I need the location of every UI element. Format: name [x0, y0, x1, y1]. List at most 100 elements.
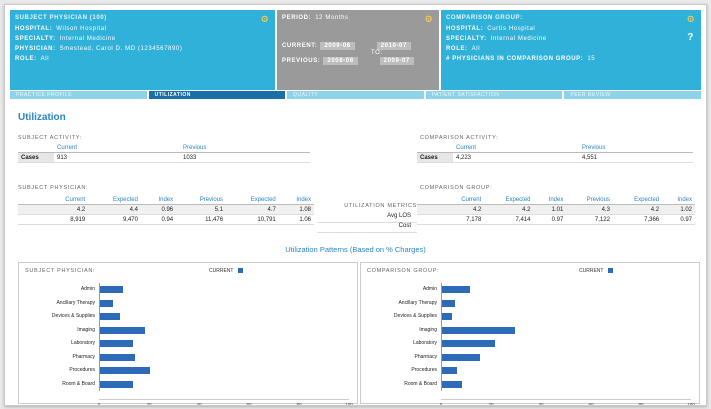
- tab-peer-review[interactable]: PEER REVIEW: [564, 91, 701, 99]
- x-tick-label: 20: [488, 402, 494, 406]
- subject-activity-label: SUBJECT ACTIVITY:: [18, 135, 83, 141]
- category-label: Devices & Supplies: [393, 313, 437, 319]
- category-label: Admin: [80, 286, 95, 292]
- category-label: Imaging: [77, 326, 95, 333]
- tab-patient-satisfaction[interactable]: PATIENT SATISFACTION: [425, 91, 563, 99]
- tab-practice-profile[interactable]: PRACTICE PROFILE: [10, 91, 147, 99]
- bar: [442, 380, 462, 388]
- comparison-cases-previous: 4,551: [579, 152, 693, 163]
- utilization-patterns-title: Utilization Patterns (Based on % Charges…: [285, 245, 426, 254]
- legend-label: CURRENT: [209, 268, 234, 274]
- x-tick-label: 100: [687, 402, 695, 406]
- legend-label: CURRENT: [579, 268, 604, 274]
- bar: [100, 353, 135, 361]
- table-row: 4.2 4.2 1.01 4.3 4.2 1.02: [417, 204, 695, 215]
- category-label: Room & Board: [62, 380, 95, 387]
- subject-cases-previous: 1033: [180, 152, 310, 163]
- current-period-row: CURRENT: 2009-08 2010-07: [282, 42, 411, 50]
- bar: [100, 286, 123, 293]
- help-icon[interactable]: ?: [687, 32, 694, 43]
- report-header: SUBJECT PHYSICIAN (100) Hospital: Wilson …: [10, 10, 701, 90]
- comparison-group-table: Current Expected Index Previous Expected…: [417, 195, 695, 225]
- subject-physician-label: SUBJECT PHYSICIAN:: [18, 185, 89, 191]
- comparison-group-chart: COMPARISON GROUP: CURRENT Admin Ancillary…: [360, 262, 700, 406]
- comparison-group-panel: COMPARISON GROUP: Hospital: Curtis Hospit…: [441, 10, 701, 90]
- category-label: Procedures: [69, 367, 95, 373]
- comparison-settings-gear-icon[interactable]: ⚙: [686, 14, 696, 24]
- x-tick-label: 40: [196, 402, 202, 406]
- subject-settings-gear-icon[interactable]: ⚙: [260, 14, 270, 24]
- bar: [100, 367, 150, 374]
- x-tick-label: 0: [439, 402, 443, 406]
- x-tick-label: 60: [246, 402, 252, 406]
- x-tick-label: 0: [97, 402, 101, 406]
- bar: [442, 367, 457, 374]
- comparison-panel-title: COMPARISON GROUP:: [446, 15, 523, 21]
- utilization-metrics-label: UTILIZATION METRICS: [344, 203, 417, 209]
- bar: [100, 340, 133, 347]
- table-row: 7,178 7,414 0.97 7,122 7,366 0.97: [417, 214, 695, 225]
- subject-activity-table: Current Previous Cases 913 1033: [18, 143, 310, 163]
- bar: [100, 326, 145, 334]
- comparison-activity-label: COMPARISON ACTIVITY:: [420, 135, 499, 141]
- period-value: 12 Months: [315, 15, 349, 21]
- bar: [100, 299, 113, 307]
- category-label: Laboratory: [71, 340, 95, 346]
- bar: [442, 299, 455, 307]
- comparison-group-label: COMPARISON GROUP:: [420, 185, 493, 191]
- subject-panel-title: SUBJECT PHYSICIAN (100): [15, 15, 107, 21]
- bar: [442, 353, 480, 361]
- bar: [442, 313, 452, 320]
- bar: [100, 380, 133, 388]
- legend-swatch: [238, 268, 244, 274]
- table-row: 4.2 4.4 0.96 5.1 4.7 1.08: [18, 204, 314, 215]
- category-label: Laboratory: [413, 340, 437, 346]
- tab-quality[interactable]: QUALITY: [287, 91, 424, 99]
- subject-physician-table: Current Expected Index Previous Expected…: [18, 195, 314, 225]
- subject-physician-panel: SUBJECT PHYSICIAN (100) Hospital: Wilson …: [10, 10, 275, 90]
- period-settings-gear-icon[interactable]: ⚙: [424, 14, 434, 24]
- category-label: Ancillary Therapy: [398, 299, 437, 306]
- subject-physician-chart: SUBJECT PHYSICIAN: CURRENT Admin Ancillar…: [18, 262, 358, 406]
- comparison-activity-table: Current Previous Cases 4,223 4,551: [417, 143, 693, 163]
- subject-role-row: Role: All: [15, 56, 50, 62]
- comparison-role-row: Role: All: [446, 46, 481, 52]
- chart-title: COMPARISON GROUP:: [367, 268, 440, 274]
- to-label: TO:: [371, 50, 383, 56]
- report-frame: SUBJECT PHYSICIAN (100) Hospital: Wilson …: [4, 4, 707, 406]
- bar: [442, 340, 495, 347]
- x-tick-label: 20: [146, 402, 152, 406]
- x-tick-label: 80: [638, 402, 644, 406]
- bar: [100, 313, 120, 320]
- chart-legend: CURRENT: [209, 268, 244, 274]
- tab-utilization[interactable]: UTILIZATION: [148, 91, 286, 99]
- page-title: Utilization: [18, 112, 66, 123]
- utilization-metrics: UTILIZATION METRICS Avg LOS Cost: [317, 203, 417, 233]
- category-label: Imaging: [419, 326, 437, 333]
- subject-cases-label: Cases: [18, 152, 54, 163]
- category-label: Room & Board: [404, 380, 437, 387]
- comparison-hospital-row: Hospital: Curtis Hospital: [446, 26, 536, 32]
- category-label: Pharmacy: [414, 353, 437, 360]
- comparison-specialty-row: Specialty: Internal Medicine: [446, 36, 547, 42]
- category-label: Admin: [422, 286, 437, 292]
- comparison-cases-label: Cases: [417, 152, 453, 163]
- x-tick-label: 60: [588, 402, 594, 406]
- period-row: PERIOD: 12 Months: [282, 15, 349, 21]
- category-label: Procedures: [411, 367, 437, 373]
- subject-hospital-row: Hospital: Wilson Hospital: [15, 26, 107, 32]
- comparison-count-row: # Physicians in Comparison Group: 15: [446, 56, 596, 62]
- subject-specialty-row: Specialty: Internal Medicine: [15, 36, 116, 42]
- x-tick-label: 80: [296, 402, 302, 406]
- report-tabs: PRACTICE PROFILE UTILIZATION QUALITY PAT…: [10, 91, 701, 99]
- chart-legend: CURRENT: [579, 268, 614, 274]
- bar: [442, 326, 515, 334]
- period-panel: PERIOD: 12 Months ⚙ CURRENT: 2009-08 2010-0…: [277, 10, 439, 90]
- metric-avg-los: Avg LOS: [317, 213, 417, 223]
- category-label: Devices & Supplies: [51, 313, 95, 319]
- category-label: Pharmacy: [72, 353, 95, 360]
- comparison-cases-current: 4,223: [453, 152, 579, 163]
- table-row: 8,919 9,470 0.94 11,476 10,791 1.06: [18, 214, 314, 225]
- subject-physician-row: Physician: Smestead, Carol D. MD (1234567…: [15, 46, 183, 52]
- legend-swatch: [608, 268, 614, 274]
